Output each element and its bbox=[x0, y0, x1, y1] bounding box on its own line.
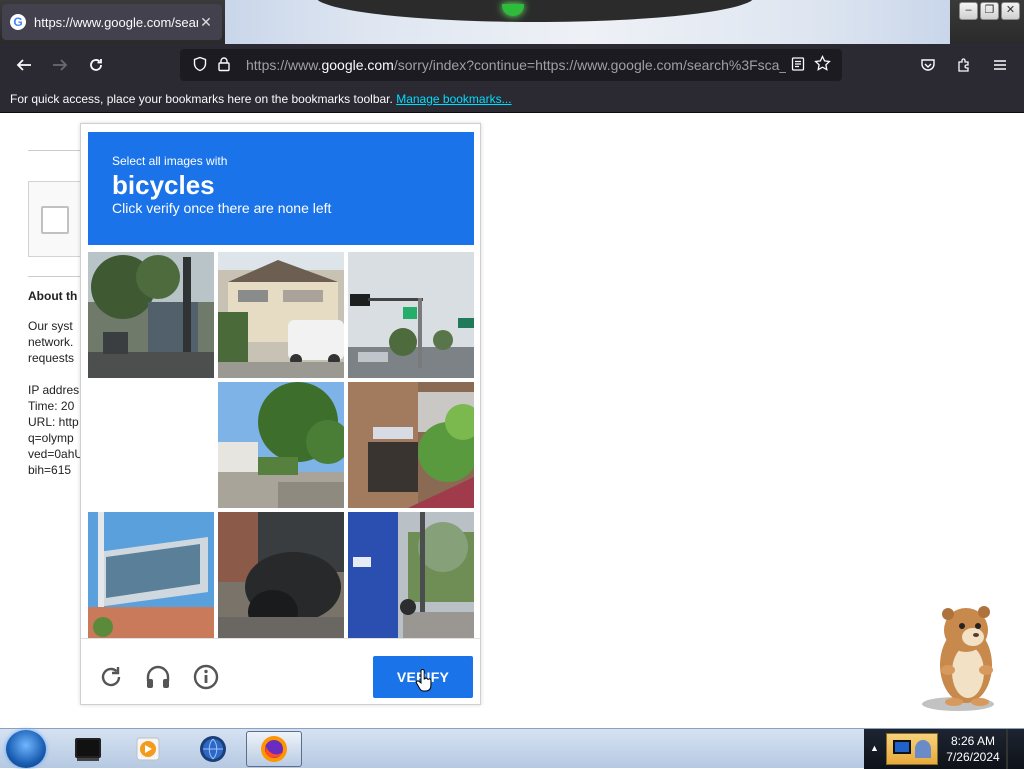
forward-button[interactable] bbox=[44, 49, 76, 81]
about-line: requests bbox=[28, 351, 75, 365]
divider bbox=[28, 150, 88, 151]
headphones-icon bbox=[146, 665, 170, 688]
clock[interactable]: 8:26 AM 7/26/2024 bbox=[940, 733, 1006, 765]
taskbar-app-globe[interactable] bbox=[185, 731, 241, 767]
close-window-button[interactable]: ✕ bbox=[1001, 2, 1020, 20]
reload-challenge-button[interactable] bbox=[97, 663, 125, 691]
challenge-footer: VERIFY bbox=[81, 638, 480, 704]
hamster-mascot-icon bbox=[922, 606, 994, 711]
extensions-button[interactable] bbox=[948, 49, 980, 81]
browser-tab[interactable]: G https://www.google.com/search ✕ bbox=[2, 4, 222, 40]
puzzle-icon bbox=[958, 58, 969, 72]
image-tile-4-blank[interactable] bbox=[88, 382, 214, 508]
back-button[interactable] bbox=[8, 49, 40, 81]
about-line: Our syst bbox=[28, 319, 73, 333]
info-icon bbox=[193, 664, 219, 690]
pocket-icon bbox=[921, 59, 935, 71]
image-tile-2[interactable] bbox=[218, 252, 344, 378]
minimize-button[interactable]: – bbox=[959, 2, 978, 20]
taskbar-app-media-player[interactable] bbox=[120, 731, 176, 767]
recaptcha-challenge-dialog: Select all images with bicycles Click ve… bbox=[80, 123, 481, 705]
image-tile-3[interactable] bbox=[348, 252, 474, 378]
title-bar: G https://www.google.com/search ✕ – ❐ ✕ bbox=[0, 0, 1024, 44]
url-path: /sorry/index?continue=https://www.google… bbox=[393, 57, 786, 73]
url-text[interactable]: https://www.google.com/sorry/index?conti… bbox=[246, 57, 786, 73]
taskbar-app-terminal[interactable] bbox=[60, 731, 116, 767]
clock-date: 7/26/2024 bbox=[946, 750, 1000, 764]
image-tile-6[interactable] bbox=[348, 382, 474, 508]
start-button[interactable] bbox=[6, 730, 46, 768]
image-tile-5[interactable] bbox=[218, 382, 344, 508]
about-heading: About th bbox=[28, 289, 78, 303]
image-tile-8[interactable] bbox=[218, 512, 344, 638]
about-section: About th Our syst network. requests IP a… bbox=[28, 288, 88, 478]
image-tile-1[interactable] bbox=[88, 252, 214, 378]
audio-challenge-button[interactable] bbox=[144, 663, 172, 691]
recaptcha-anchor-card bbox=[28, 181, 88, 257]
bookmarks-toolbar: For quick access, place your bookmarks h… bbox=[0, 86, 1024, 113]
media-player-icon bbox=[136, 737, 160, 761]
image-tile-9[interactable] bbox=[348, 512, 474, 638]
manage-bookmarks-link[interactable]: Manage bookmarks... bbox=[396, 92, 511, 106]
window-frame-decoration bbox=[225, 0, 950, 44]
url-prefix: https://www. bbox=[246, 57, 322, 73]
image-grid bbox=[88, 252, 474, 638]
time-line: Time: 20 bbox=[28, 399, 75, 413]
divider bbox=[28, 276, 88, 277]
im-not-a-robot-checkbox[interactable] bbox=[41, 206, 69, 234]
restore-button[interactable]: ❐ bbox=[980, 2, 999, 20]
bookmarks-hint-text: For quick access, place your bookmarks h… bbox=[10, 92, 393, 106]
ip-line: IP addres bbox=[28, 383, 80, 397]
toolbar-right bbox=[912, 49, 1016, 81]
globe-app-icon bbox=[200, 736, 226, 762]
image-tile-7[interactable] bbox=[88, 512, 214, 638]
tab-title: https://www.google.com/search bbox=[34, 14, 198, 30]
lock-icon[interactable] bbox=[212, 56, 236, 75]
ved-line: ved=0ahU bbox=[28, 447, 84, 461]
url-line: URL: http bbox=[28, 415, 79, 429]
taskbar-app-firefox[interactable] bbox=[246, 731, 302, 767]
help-button[interactable] bbox=[192, 663, 220, 691]
bookmark-star-icon[interactable] bbox=[810, 54, 834, 75]
back-arrow-icon bbox=[16, 59, 31, 71]
url-host: google.com bbox=[321, 57, 394, 73]
app-menu-button[interactable] bbox=[984, 49, 1016, 81]
google-favicon-icon: G bbox=[10, 14, 26, 30]
hamburger-menu-icon bbox=[994, 60, 1006, 70]
reader-view-icon[interactable] bbox=[786, 56, 810, 75]
query-line: q=olymp bbox=[28, 431, 74, 445]
tray-expand-icon[interactable]: ▲ bbox=[870, 743, 879, 753]
tab-close-icon[interactable]: ✕ bbox=[198, 14, 214, 31]
target-object-text: bicycles bbox=[112, 170, 215, 200]
reload-icon bbox=[101, 667, 121, 687]
navigation-toolbar: https://www.google.com/sorry/index?conti… bbox=[0, 44, 1024, 86]
bih-line: bih=615 bbox=[28, 463, 72, 477]
instruction-subtext: Click verify once there are none left bbox=[112, 200, 332, 216]
tracking-protection-shield-icon[interactable] bbox=[188, 56, 212, 75]
challenge-header: Select all images with bicycles Click ve… bbox=[88, 132, 474, 245]
reload-icon bbox=[90, 59, 102, 71]
hand-cursor-icon bbox=[415, 669, 432, 692]
terminal-app-icon bbox=[75, 738, 101, 761]
forward-arrow-icon bbox=[53, 59, 68, 71]
window-controls: – ❐ ✕ bbox=[959, 2, 1020, 20]
tray-app-window-icon[interactable] bbox=[886, 733, 938, 765]
pocket-button[interactable] bbox=[912, 49, 944, 81]
frame-swoosh bbox=[315, 0, 755, 22]
instruction-text: Select all images with bbox=[112, 154, 228, 168]
about-paragraph: Our syst network. requests bbox=[28, 318, 88, 366]
about-line: network. bbox=[28, 335, 74, 349]
address-bar[interactable]: https://www.google.com/sorry/index?conti… bbox=[180, 49, 842, 81]
taskbar: ▲ 8:26 AM 7/26/2024 bbox=[0, 728, 1024, 769]
clock-time: 8:26 AM bbox=[950, 734, 996, 748]
firefox-icon bbox=[261, 736, 287, 762]
reload-button[interactable] bbox=[80, 49, 112, 81]
show-desktop-strip[interactable] bbox=[1006, 729, 1008, 769]
